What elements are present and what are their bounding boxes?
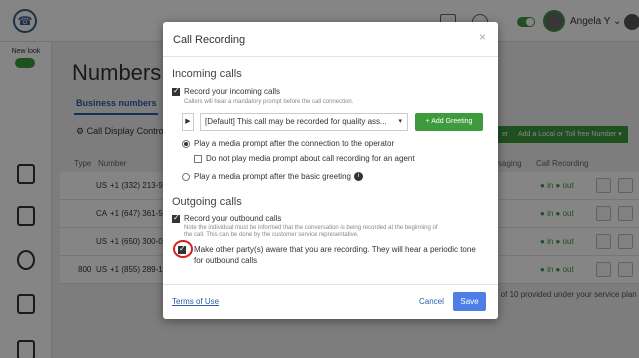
aware-tone-label-1: Make other party(s) aware that you are r…: [194, 245, 476, 254]
add-greeting-button[interactable]: + Add Greeting: [415, 113, 483, 131]
no-prompt-agent-label: Do not play media prompt about call reco…: [206, 154, 415, 163]
play-greeting-button[interactable]: ▶: [182, 113, 194, 131]
record-outbound-label: Record your outbound calls: [184, 214, 282, 223]
no-prompt-agent-checkbox[interactable]: [194, 155, 202, 163]
record-outbound-hint-1: Note the individual must be informed tha…: [184, 225, 438, 231]
radio-after-greeting-label: Play a media prompt after the basic gree…: [194, 172, 363, 182]
radio-after-connection[interactable]: [182, 140, 190, 148]
incoming-heading: Incoming calls: [172, 68, 242, 80]
record-outbound-checkbox[interactable]: [172, 213, 180, 223]
close-icon[interactable]: ×: [479, 30, 486, 44]
info-icon[interactable]: i: [353, 172, 363, 182]
radio-after-connection-label: Play a media prompt after the connection…: [194, 139, 395, 148]
aware-tone-label-2: for outbound calls: [194, 256, 258, 265]
call-recording-dialog: Call Recording × Incoming calls Record y…: [163, 22, 498, 319]
outgoing-heading: Outgoing calls: [172, 196, 242, 208]
terms-of-use-link[interactable]: Terms of Use: [172, 297, 219, 306]
highlight-annotation: [173, 240, 193, 258]
record-incoming-hint: Callers will hear a mandatory prompt bef…: [184, 99, 354, 105]
greeting-select-value: [Default] This call may be recorded for …: [205, 117, 387, 126]
save-button[interactable]: Save: [453, 292, 486, 311]
play-icon: ▶: [185, 118, 191, 125]
record-incoming-label: Record your incoming calls: [184, 87, 281, 96]
record-outbound-hint-2: the call. This can be done by the custom…: [184, 232, 359, 238]
chevron-down-icon: ▾: [398, 118, 402, 125]
footer-divider: [163, 284, 498, 285]
radio-after-greeting[interactable]: [182, 173, 190, 181]
dialog-title: Call Recording: [173, 34, 246, 46]
header-divider: [163, 56, 498, 57]
cancel-button[interactable]: Cancel: [419, 297, 444, 306]
record-incoming-checkbox[interactable]: [172, 86, 180, 96]
greeting-select[interactable]: [Default] This call may be recorded for …: [200, 113, 408, 131]
